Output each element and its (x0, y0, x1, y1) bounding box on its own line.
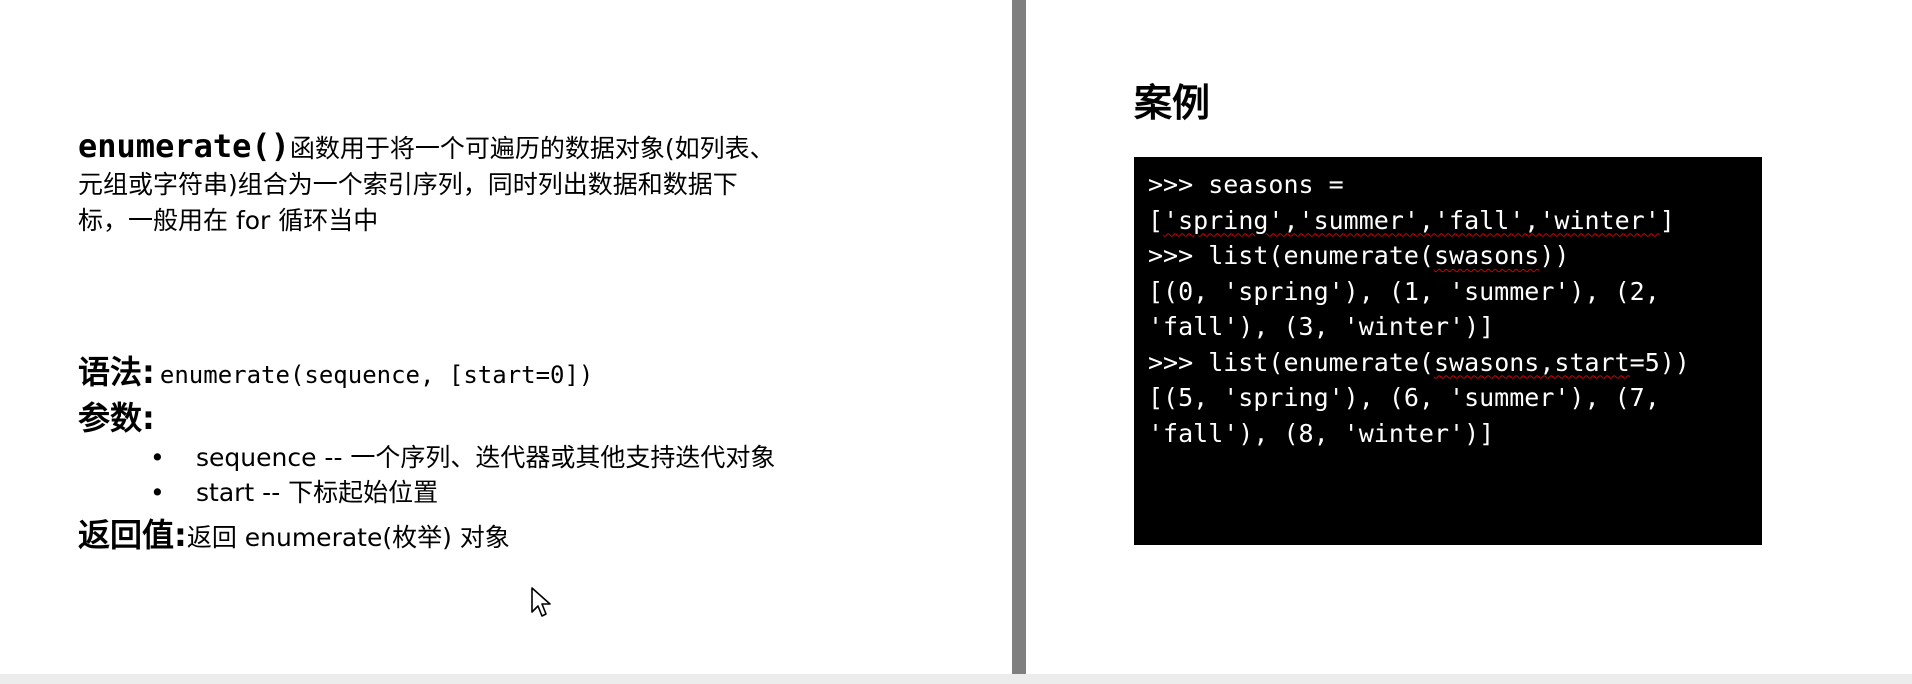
terminal-line: [(5, 'spring'), (6, 'summer'), (7, (1148, 383, 1660, 412)
bullet-icon: • (150, 443, 165, 472)
bottom-bar (0, 674, 1912, 684)
terminal-text: =5)) (1629, 347, 1690, 377)
mouse-pointer-icon (531, 587, 551, 617)
terminal-line: >>> seasons = (1148, 170, 1344, 199)
terminal-text: )) (1539, 241, 1570, 270)
return-label: 返回值: (78, 516, 187, 554)
case-title: 案例 (1134, 81, 1211, 125)
syntax-label: 语法: (78, 353, 155, 391)
intro-paragraph: enumerate()函数用于将一个可遍历的数据对象(如列表、 元组或字符串)组… (78, 128, 868, 239)
terminal-line: >>> list(enumerate(swasons)) (1148, 238, 1748, 274)
function-name: enumerate() (78, 127, 290, 165)
terminal-line: >>> list(enumerate(swasons,start=5)) (1148, 345, 1748, 381)
params-label: 参数: (78, 399, 155, 437)
terminal-line: ['spring','summer','fall','winter'] (1148, 203, 1748, 239)
return-row: 返回值:返回 enumerate(枚举) 对象 (78, 512, 978, 558)
spellcheck-text: swasons,start (1433, 347, 1630, 377)
params-list: • sequence -- 一个序列、迭代器或其他支持迭代对象 • start --… (78, 440, 978, 510)
left-slide: enumerate()函数用于将一个可遍历的数据对象(如列表、 元组或字符串)组… (0, 0, 1012, 684)
return-text: 返回 enumerate(枚举) 对象 (186, 523, 510, 552)
intro-line-3: 标，一般用在 for 循环当中 (78, 206, 379, 235)
syntax-row: 语法: enumerate(sequence, [start=0]) (78, 348, 978, 396)
param-item-text: start -- 下标起始位置 (196, 478, 439, 507)
params-row: 参数: (78, 396, 978, 440)
param-item-text: sequence -- 一个序列、迭代器或其他支持迭代对象 (196, 443, 776, 472)
terminal-text: [ (1148, 205, 1164, 235)
syntax-block: 语法: enumerate(sequence, [start=0]) 参数: •… (78, 348, 978, 558)
code-terminal: >>> seasons = ['spring','summer','fall',… (1134, 157, 1762, 545)
bullet-icon: • (150, 478, 165, 507)
terminal-line: 'fall'), (3, 'winter')] (1148, 312, 1495, 341)
intro-line-2: 元组或字符串)组合为一个索引序列，同时列出数据和数据下 (78, 170, 738, 199)
spellcheck-text: swasons (1433, 241, 1540, 270)
terminal-line: 'fall'), (8, 'winter')] (1148, 418, 1495, 448)
terminal-line: [(0, 'spring'), (1, 'summer'), (2, (1148, 276, 1660, 306)
intro-line-1: 函数用于将一个可遍历的数据对象(如列表、 (289, 134, 775, 163)
syntax-text: enumerate(sequence, [start=0]) (159, 361, 594, 389)
param-item-sequence: • sequence -- 一个序列、迭代器或其他支持迭代对象 (150, 440, 978, 475)
spellcheck-text: 'spring','summer','fall','winter' (1163, 205, 1660, 235)
slide-divider (1012, 0, 1026, 684)
terminal-text: ] (1659, 205, 1675, 235)
terminal-text: >>> list(enumerate( (1148, 241, 1434, 270)
terminal-text: >>> list(enumerate( (1148, 347, 1434, 377)
param-item-start: • start -- 下标起始位置 (150, 475, 978, 510)
